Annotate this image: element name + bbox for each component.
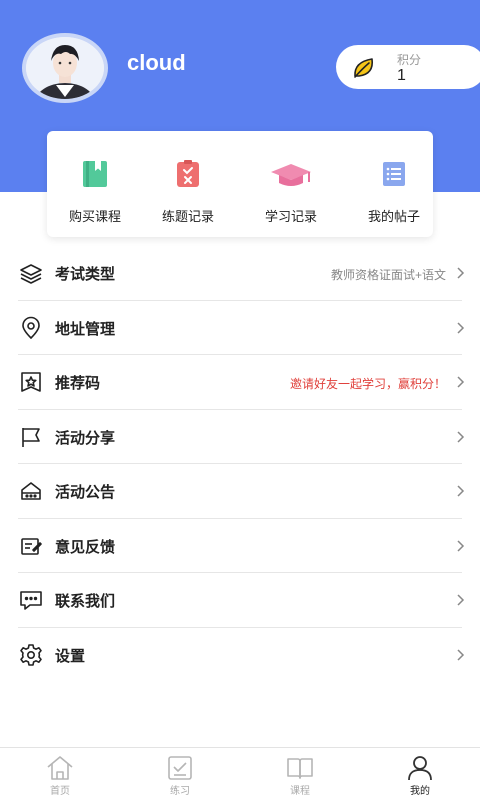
- chevron-right-icon: [457, 485, 465, 497]
- menu-item-activity-share[interactable]: 活动分享: [0, 410, 480, 464]
- quick-action-my-posts[interactable]: 我的帖子: [346, 131, 442, 237]
- flag-icon: [22, 427, 40, 447]
- list-icon: [383, 162, 405, 186]
- feedback-icon: [21, 537, 42, 555]
- quick-action-label: 练题记录: [161, 209, 214, 224]
- menu-item-feedback[interactable]: 意见反馈: [0, 519, 480, 573]
- graduation-cap-icon: [271, 164, 311, 186]
- points-card[interactable]: 积分 1: [336, 45, 480, 89]
- settings-menu: 考试类型 教师资格证面试+语文 地址管理 推荐码 邀请好友一起学习，赢积分！ 活…: [0, 246, 480, 682]
- menu-item-label: 地址管理: [55, 320, 116, 338]
- book-icon: [287, 758, 313, 779]
- quick-action-label: 学习记录: [264, 209, 317, 224]
- menu-item-activity-announcement[interactable]: 活动公告: [0, 464, 480, 519]
- menu-item-label: 考试类型: [55, 266, 116, 283]
- chat-icon: [20, 591, 42, 610]
- menu-item-label: 推荐码: [55, 375, 101, 392]
- menu-item-contact-us[interactable]: 联系我们: [0, 573, 480, 628]
- chevron-right-icon: [457, 267, 465, 279]
- tab-mine[interactable]: 我的: [360, 748, 480, 800]
- username: cloud: [127, 50, 186, 75]
- tab-label: 首页: [50, 786, 70, 797]
- leaf-points-icon: [354, 58, 374, 78]
- quick-action-label: 购买课程: [68, 209, 121, 224]
- checklist-icon: [177, 160, 199, 187]
- user-icon: [408, 756, 432, 781]
- menu-item-label: 联系我们: [55, 593, 116, 610]
- menu-item-referral-code[interactable]: 推荐码 邀请好友一起学习，赢积分！: [0, 355, 480, 410]
- menu-item-label: 活动公告: [55, 484, 116, 501]
- chevron-right-icon: [457, 648, 465, 661]
- bookmark-book-icon: [83, 161, 107, 187]
- chevron-right-icon: [457, 594, 465, 606]
- home-icon: [47, 756, 73, 780]
- referral-promo-text: 邀请好友一起学习，赢积分！: [289, 377, 446, 391]
- chevron-right-icon: [457, 539, 465, 552]
- quick-action-purchased-courses[interactable]: 购买课程: [47, 131, 143, 237]
- points-value: 1: [397, 67, 406, 84]
- menu-item-exam-type[interactable]: 考试类型 教师资格证面试+语文: [0, 246, 480, 301]
- menu-item-settings[interactable]: 设置: [0, 628, 480, 683]
- quick-action-practice-records[interactable]: 练题记录: [140, 131, 236, 237]
- chevron-right-icon: [457, 376, 465, 388]
- points-label: 积分: [397, 53, 422, 67]
- quick-action-label: 我的帖子: [367, 209, 420, 224]
- practice-icon: [168, 756, 192, 780]
- quick-actions-card: 购买课程 练题记录 学习记录 我的帖子: [47, 131, 433, 237]
- exam-type-value: 教师资格证面试+语文: [330, 268, 446, 282]
- tab-courses[interactable]: 课程: [240, 748, 360, 800]
- tab-label: 课程: [290, 786, 310, 797]
- chevron-right-icon: [457, 430, 465, 443]
- menu-item-label: 意见反馈: [55, 538, 116, 556]
- tab-label: 我的: [410, 786, 430, 797]
- chevron-right-icon: [457, 321, 465, 334]
- avatar[interactable]: [22, 33, 108, 103]
- star-badge-icon: [21, 372, 41, 392]
- tab-practice[interactable]: 练习: [120, 748, 240, 800]
- tab-home[interactable]: 首页: [0, 748, 120, 800]
- location-pin-icon: [22, 316, 40, 339]
- announcement-icon: [21, 482, 41, 500]
- menu-item-label: 活动分享: [55, 429, 116, 447]
- quick-action-study-records[interactable]: 学习记录: [243, 131, 339, 237]
- tab-label: 练习: [170, 786, 190, 797]
- menu-item-address[interactable]: 地址管理: [0, 301, 480, 355]
- bottom-tab-bar: 首页 练习 课程 我的: [0, 747, 480, 800]
- gear-icon: [20, 643, 42, 666]
- menu-item-label: 设置: [55, 647, 86, 665]
- layers-icon: [20, 264, 42, 284]
